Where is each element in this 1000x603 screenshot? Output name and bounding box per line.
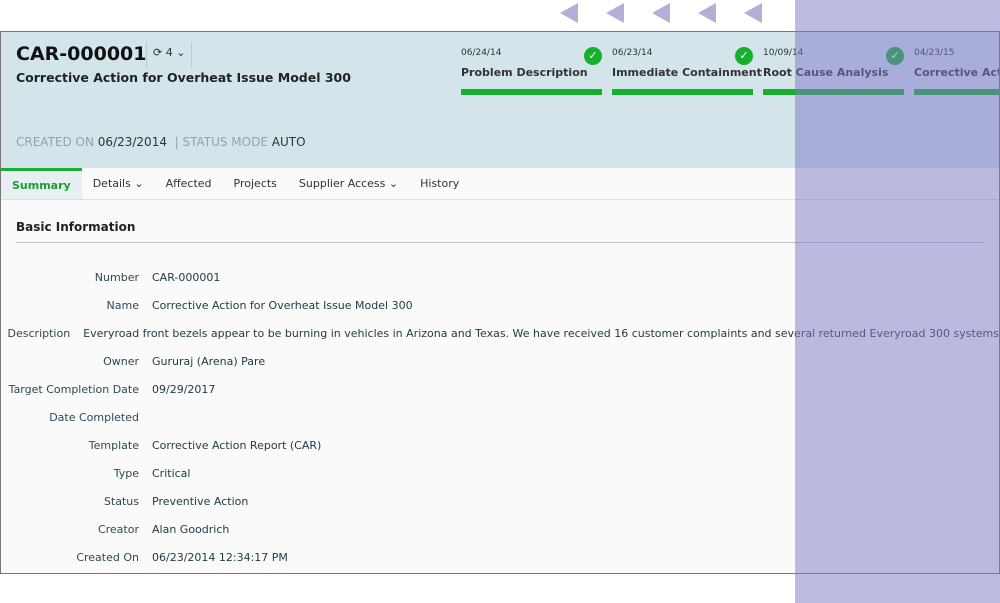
step-date: 06/23/14 [612, 48, 653, 58]
field-value: Gururaj (Arena) Pare [152, 354, 266, 368]
step-progress-bar [612, 89, 753, 95]
field-value: Corrective Action Report (CAR) [152, 438, 322, 452]
field-label: Creator [97, 522, 139, 536]
step-progress-bar [461, 89, 602, 95]
revision-icon: ⟳ [153, 46, 163, 59]
workflow-step[interactable]: 06/23/14 Immediate Containment ✓ [612, 47, 762, 95]
field-label: Status [103, 494, 139, 508]
arrow-left-icon [698, 3, 716, 23]
workflow-step[interactable]: 06/24/14 Problem Description ✓ [461, 47, 602, 95]
highlight-overlay [795, 0, 1000, 603]
field-value: Alan Goodrich [152, 522, 230, 536]
field-value: Critical [152, 466, 191, 480]
field-label: Type [113, 466, 139, 480]
check-icon: ✓ [584, 47, 602, 65]
created-date: 06/23/2014 [97, 135, 167, 149]
field-label: Description [7, 326, 71, 340]
field-value: Corrective Action for Overheat Issue Mod… [152, 298, 413, 312]
field-label: Name [106, 298, 139, 312]
record-title: Corrective Action for Overheat Issue Mod… [16, 70, 351, 85]
field-value: 09/29/2017 [152, 382, 216, 396]
field-label: Created On [76, 550, 139, 564]
field-value: 06/23/2014 12:34:17 PM [152, 550, 288, 564]
arrow-left-icon [652, 3, 670, 23]
field-label: Number [94, 270, 139, 284]
revision-number: 4 [165, 46, 173, 59]
tab-summary[interactable]: Summary [1, 168, 82, 199]
arrow-indicators [560, 3, 762, 23]
arrow-left-icon [560, 3, 578, 23]
arrow-left-icon [606, 3, 624, 23]
chevron-down-icon: ⌄ [176, 46, 186, 59]
step-name: Immediate Containment [612, 66, 762, 79]
step-name: Problem Description [461, 66, 588, 79]
tab-affected[interactable]: Affected [155, 168, 223, 199]
field-label: Date Completed [49, 410, 139, 424]
tab-history[interactable]: History [409, 168, 470, 199]
field-label: Template [88, 438, 139, 452]
step-date: 06/24/14 [461, 48, 502, 58]
arrow-left-icon [744, 3, 762, 23]
status-mode: AUTO [271, 135, 306, 149]
field-value: CAR-000001 [152, 270, 221, 284]
status-label: | STATUS MODE [174, 135, 268, 149]
record-meta: CREATED ON 06/23/2014 | STATUS MODE AUTO [16, 135, 306, 149]
record-id: CAR-000001 [16, 43, 147, 65]
field-label: Owner [103, 354, 139, 368]
tab-projects[interactable]: Projects [223, 168, 288, 199]
tab-details[interactable]: Details ⌄ [82, 168, 155, 199]
created-label: CREATED ON [16, 135, 94, 149]
check-icon: ✓ [735, 47, 753, 65]
tab-supplier-access[interactable]: Supplier Access ⌄ [288, 168, 409, 199]
revision-dropdown[interactable]: ⟳ 4 ⌄ [146, 42, 193, 68]
field-label: Target Completion Date [8, 382, 139, 396]
field-value: Preventive Action [152, 494, 249, 508]
